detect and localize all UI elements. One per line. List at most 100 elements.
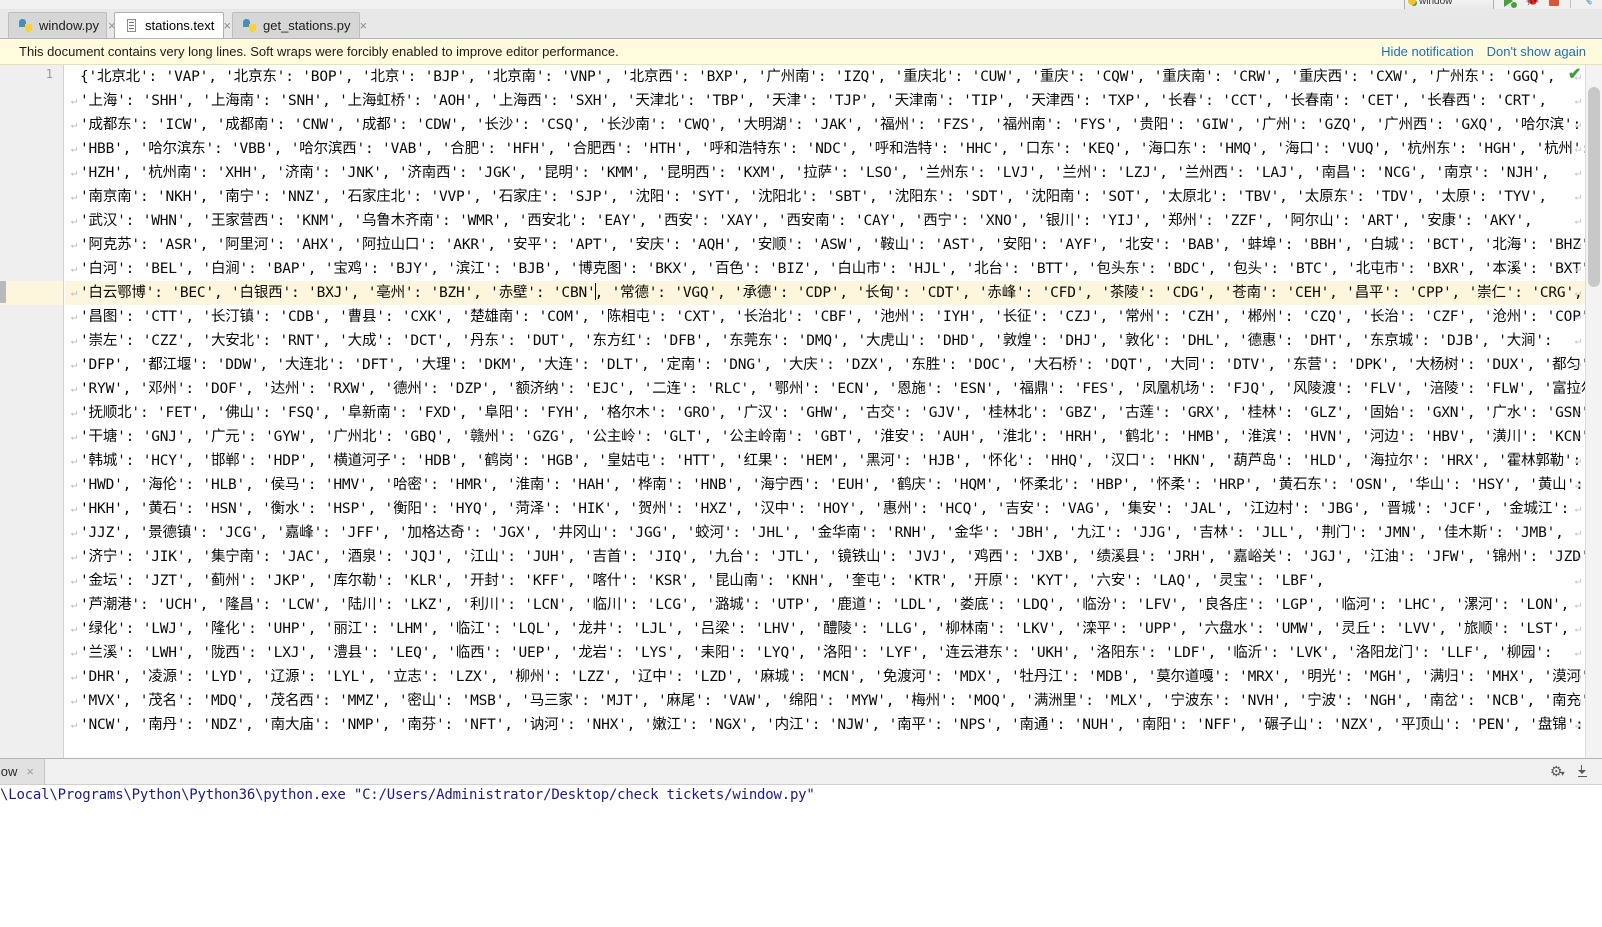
code-line[interactable]: ↵ 'HZH', '杭州南': 'XHH', '济南': 'JNK', '济南西'… bbox=[65, 161, 1585, 185]
code-text: '金坛': 'JZT', '蓟州': 'JKP', '库尔勒': 'KLR', … bbox=[80, 573, 1325, 589]
code-text: '昌图': 'CTT', '长汀镇': 'CDB', '曹县': 'CXK', … bbox=[80, 309, 1585, 325]
marker-rail[interactable] bbox=[1585, 65, 1602, 758]
stop-icon[interactable] bbox=[1547, 0, 1563, 9]
soft-wrap-end-icon: ↵ bbox=[1574, 718, 1582, 731]
soft-wrap-end-icon: ↵ bbox=[1574, 454, 1582, 467]
soft-wrap-icon: ↵ bbox=[70, 238, 78, 251]
run-tab-close-icon[interactable]: × bbox=[26, 765, 34, 778]
soft-wrap-icon: ↵ bbox=[70, 622, 78, 635]
soft-wrap-icon: ↵ bbox=[70, 694, 78, 707]
soft-wrap-end-icon: ↵ bbox=[1574, 382, 1582, 395]
code-line[interactable]: ↵ '抚顺北': 'FET', '佛山': 'FSQ', '阜新南': 'FXD'… bbox=[65, 401, 1585, 425]
tab-stations-text[interactable]: stations.text × bbox=[114, 12, 231, 38]
code-line[interactable]: ↵ '绿化': 'LWJ', '隆化': 'UHP', '丽江': 'LHM', … bbox=[65, 617, 1585, 641]
code-line[interactable]: {'北京北': 'VAP', '北京东': 'BOP', '北京': 'BJP'… bbox=[65, 65, 1585, 89]
soft-wrap-end-icon: ↵ bbox=[1574, 286, 1582, 299]
code-text: 'RYW', '邓州': 'DOF', '达州': 'RXW', '德州': '… bbox=[80, 381, 1585, 397]
soft-wrap-end-icon: ↵ bbox=[1574, 646, 1582, 659]
run-configuration-label: window bbox=[1419, 0, 1453, 7]
code-line[interactable]: ↵ '昌图': 'CTT', '长汀镇': 'CDB', '曹县': 'CXK',… bbox=[65, 305, 1585, 329]
code-line[interactable]: ↵ 'HKH', '黄石': 'HSN', '衡水': 'HSP', '衡阳': … bbox=[65, 497, 1585, 521]
soft-wrap-icon: ↵ bbox=[70, 358, 78, 371]
soft-wrap-icon: ↵ bbox=[70, 310, 78, 323]
python-file-icon bbox=[242, 18, 257, 33]
hide-notification-link[interactable]: Hide notification bbox=[1381, 44, 1474, 59]
tab-close-icon[interactable]: × bbox=[359, 19, 367, 32]
code-editor[interactable]: 1 {'北京北': 'VAP', '北京东': 'BOP', '北京': 'BJ… bbox=[0, 65, 1602, 758]
code-text: '阿克苏': 'ASR', '阿里河': 'AHX', '阿拉山口': 'AKR… bbox=[80, 237, 1585, 253]
wrench-icon[interactable] bbox=[1578, 0, 1594, 9]
line-number-gutter[interactable]: 1 bbox=[0, 65, 64, 758]
code-line[interactable]: ↵ '兰溪': 'LWH', '陇西': 'LXJ', '澧县': 'LEQ', … bbox=[65, 641, 1585, 665]
code-line[interactable]: ↵ '武汉': 'WHN', '王家营西': 'KNM', '乌鲁木齐南': 'W… bbox=[65, 209, 1585, 233]
code-line[interactable]: ↵ 'RYW', '邓州': 'DOF', '达州': 'RXW', '德州': … bbox=[65, 377, 1585, 401]
soft-wrap-icon: ↵ bbox=[70, 286, 78, 299]
code-text: '崇左': 'CZZ', '大安北': 'RNT', '大成': 'DCT', … bbox=[80, 333, 1553, 349]
inspection-status-icon[interactable]: ✔ bbox=[1568, 67, 1586, 83]
code-line[interactable]: ↵ 'JJZ', '景德镇': 'JCG', '嘉峰': 'JFF', '加格达奇… bbox=[65, 521, 1585, 545]
code-line[interactable]: ↵ 'MVX', '茂名': 'MDQ', '茂名西': 'MMZ', '密山':… bbox=[65, 689, 1585, 713]
run-tab-window[interactable]: window × bbox=[0, 759, 45, 784]
soft-wrap-icon: ↵ bbox=[70, 214, 78, 227]
code-line[interactable]: ↵ '干塘': 'GNJ', '广元': 'GYW', '广州北': 'GBQ',… bbox=[65, 425, 1585, 449]
code-line[interactable]: ↵ '白云鄂博': 'BEC', '白银西': 'BXJ', '亳州': 'BZH… bbox=[65, 281, 1585, 305]
dont-show-again-link[interactable]: Don't show again bbox=[1487, 44, 1586, 59]
code-line[interactable]: ↵ '阿克苏': 'ASR', '阿里河': 'AHX', '阿拉山口': 'AK… bbox=[65, 233, 1585, 257]
code-line[interactable]: ↵ '白河': 'BEL', '白涧': 'BAP', '宝鸡': 'BJY', … bbox=[65, 257, 1585, 281]
soft-wrap-end-icon: ↵ bbox=[1574, 574, 1582, 587]
code-text-area[interactable]: {'北京北': 'VAP', '北京东': 'BOP', '北京': 'BJP'… bbox=[65, 65, 1585, 758]
run-tab-label: window bbox=[0, 764, 18, 779]
code-text: '成都东': 'ICW', '成都南': 'CNW', '成都': 'CDW',… bbox=[80, 117, 1581, 133]
soft-wrap-icon: ↵ bbox=[70, 142, 78, 155]
code-line[interactable]: ↵ '芦潮港': 'UCH', '隆昌': 'LCW', '陆川': 'LKZ',… bbox=[65, 593, 1585, 617]
code-text: , '常德': 'VGQ', '承德': 'CDP', '长甸': 'CDT',… bbox=[594, 285, 1583, 301]
gear-icon[interactable]: ⚙▾ bbox=[1550, 763, 1566, 779]
debug-icon[interactable] bbox=[1524, 0, 1540, 9]
tab-label: stations.text bbox=[145, 18, 215, 33]
soft-wrap-end-icon: ↵ bbox=[1574, 694, 1582, 707]
soft-wrap-end-icon: ↵ bbox=[1574, 94, 1582, 107]
code-line[interactable]: ↵ '金坛': 'JZT', '蓟州': 'JKP', '库尔勒': 'KLR',… bbox=[65, 569, 1585, 593]
run-icon[interactable] bbox=[1501, 0, 1517, 9]
soft-wrap-icon: ↵ bbox=[70, 718, 78, 731]
console-line: \Local\Programs\Python\Python36\python.e… bbox=[0, 787, 815, 803]
code-text: 'HKH', '黄石': 'HSN', '衡水': 'HSP', '衡阳': '… bbox=[80, 501, 1570, 517]
text-file-icon bbox=[124, 18, 139, 33]
code-line[interactable]: ↵ '韩城': 'HCY', '邯郸': 'HDP', '横道河子': 'HDB'… bbox=[65, 449, 1585, 473]
hide-panel-icon[interactable] bbox=[1578, 764, 1592, 778]
soft-wrap-end-icon: ↵ bbox=[1574, 430, 1582, 443]
soft-wrap-icon: ↵ bbox=[70, 670, 78, 683]
code-line[interactable]: ↵ 'DHR', '凌源': 'LYD', '辽源': 'LYL', '立志': … bbox=[65, 665, 1585, 689]
line-number: 1 bbox=[45, 67, 53, 81]
code-line[interactable]: ↵ 'HBB', '哈尔滨东': 'VBB', '哈尔滨西': 'VAB', '合… bbox=[65, 137, 1585, 161]
code-line[interactable]: ↵ '南京南': 'NKH', '南宁': 'NNZ', '石家庄北': 'VVP… bbox=[65, 185, 1585, 209]
tab-get-stations-py[interactable]: get_stations.py × bbox=[232, 12, 367, 38]
code-line[interactable]: ↵ '上海': 'SHH', '上海南': 'SNH', '上海虹桥': 'AOH… bbox=[65, 89, 1585, 113]
code-line[interactable]: ↵ '崇左': 'CZZ', '大安北': 'RNT', '大成': 'DCT',… bbox=[65, 329, 1585, 353]
code-line[interactable]: ↵ 'NCW', '南丹': 'NDZ', '南大庙': 'NMP', '南芬':… bbox=[65, 713, 1585, 737]
code-line[interactable]: ↵ '成都东': 'ICW', '成都南': 'CNW', '成都': 'CDW'… bbox=[65, 113, 1585, 137]
console-output[interactable]: \Local\Programs\Python\Python36\python.e… bbox=[0, 785, 1602, 927]
code-text: 'DHR', '凌源': 'LYD', '辽源': 'LYL', '立志': '… bbox=[80, 669, 1585, 685]
code-text: '白河': 'BEL', '白涧': 'BAP', '宝鸡': 'BJY', '… bbox=[80, 261, 1585, 277]
code-line[interactable]: ↵ '济宁': 'JIK', '集宁南': 'JAC', '酒泉': 'JQJ',… bbox=[65, 545, 1585, 569]
soft-wrap-icon: ↵ bbox=[70, 454, 78, 467]
soft-wrap-icon: ↵ bbox=[70, 118, 78, 131]
code-line[interactable]: ↵ 'DFP', '都江堰': 'DDW', '大连北': 'DFT', '大理'… bbox=[65, 353, 1585, 377]
notification-actions: Hide notification Don't show again bbox=[1381, 44, 1586, 59]
editor-drag-handle[interactable] bbox=[0, 281, 6, 303]
tab-close-icon[interactable]: × bbox=[223, 19, 231, 32]
soft-wrap-end-icon: ↵ bbox=[1574, 406, 1582, 419]
soft-wrap-icon: ↵ bbox=[70, 478, 78, 491]
soft-wrap-end-icon: ↵ bbox=[1574, 598, 1582, 611]
tab-window-py[interactable]: window.py × bbox=[8, 12, 116, 38]
soft-wrap-icon: ↵ bbox=[70, 646, 78, 659]
chevron-down-icon[interactable]: ▾ bbox=[1561, 769, 1565, 778]
code-line[interactable]: ↵ 'HWD', '海伦': 'HLB', '侯马': 'HMV', '哈密': … bbox=[65, 473, 1585, 497]
soft-wrap-icon: ↵ bbox=[70, 502, 78, 515]
vertical-scrollbar-thumb[interactable] bbox=[1588, 87, 1600, 287]
code-text: 'NCW', '南丹': 'NDZ', '南大庙': 'NMP', '南芬': … bbox=[80, 717, 1584, 733]
code-text: 'HBB', '哈尔滨东': 'VBB', '哈尔滨西': 'VAB', '合肥… bbox=[80, 141, 1585, 157]
soft-wrap-icon: ↵ bbox=[70, 598, 78, 611]
